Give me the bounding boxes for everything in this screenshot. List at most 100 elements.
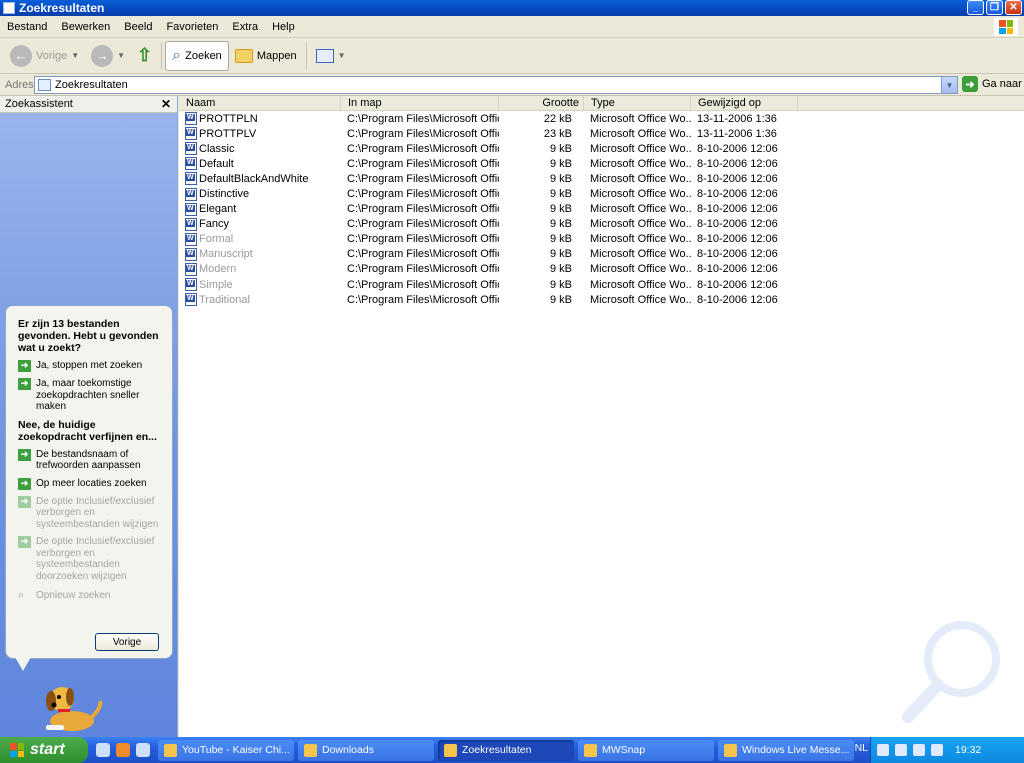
word-document-icon xyxy=(185,293,197,307)
cell-type: Microsoft Office Wo... xyxy=(590,203,691,216)
up-folder-button[interactable]: ⇧ xyxy=(131,41,158,71)
file-name: DefaultBlackAndWhite xyxy=(199,172,309,185)
close-button[interactable]: ✕ xyxy=(1005,0,1022,15)
table-row[interactable]: Default C:\Program Files\Microsoft Offic.… xyxy=(179,156,1024,171)
views-button[interactable]: ▼ xyxy=(310,41,352,71)
cell-size: 9 kB xyxy=(549,263,572,276)
menu-bestand[interactable]: Bestand xyxy=(0,21,54,33)
chevron-down-icon[interactable]: ▼ xyxy=(71,51,79,60)
table-row[interactable]: PROTTPLN C:\Program Files\Microsoft Offic… xyxy=(179,111,1024,126)
table-row[interactable]: Elegant C:\Program Files\Microsoft Offic.… xyxy=(179,202,1024,217)
word-document-icon xyxy=(185,247,197,261)
media-player-icon[interactable] xyxy=(136,743,150,757)
taskbar-button[interactable]: Windows Live Messe... xyxy=(718,739,854,761)
cell-modified: 8-10-2006 12:06 xyxy=(697,157,778,170)
file-name: Simple xyxy=(199,278,233,291)
table-row[interactable]: Distinctive C:\Program Files\Microsoft Of… xyxy=(179,186,1024,201)
option-label: De optie Inclusief/exclusief verborgen e… xyxy=(36,536,155,582)
table-row[interactable]: Formal C:\Program Files\Microsoft Offic..… xyxy=(179,232,1024,247)
table-row[interactable]: Modern C:\Program Files\Microsoft Offic..… xyxy=(179,262,1024,277)
show-desktop-icon[interactable] xyxy=(96,743,110,757)
column-header-type[interactable]: Type xyxy=(584,96,691,110)
volume-icon[interactable] xyxy=(931,744,943,756)
menu-favorieten[interactable]: Favorieten xyxy=(159,21,225,33)
pane-title: Zoekassistent xyxy=(5,98,73,110)
arrow-right-icon: ➜ xyxy=(18,536,31,548)
menu-beeld[interactable]: Beeld xyxy=(117,21,159,33)
messenger-icon[interactable] xyxy=(913,744,925,756)
cell-modified: 8-10-2006 12:06 xyxy=(697,142,778,155)
cell-name: Modern xyxy=(179,262,341,276)
column-header-naam[interactable]: Naam xyxy=(179,96,341,110)
option-stop-search[interactable]: ➜ Ja, stoppen met zoeken xyxy=(18,360,162,372)
cell-name: Distinctive xyxy=(179,187,341,201)
folders-button[interactable]: Mappen xyxy=(229,41,303,71)
table-row[interactable]: Simple C:\Program Files\Microsoft Offic..… xyxy=(179,277,1024,292)
table-row[interactable]: Fancy C:\Program Files\Microsoft Offic...… xyxy=(179,217,1024,232)
address-bar: Adres Zoekresultaten ▼ ➜ Ga naar xyxy=(0,74,1024,96)
new-search-option: ⌕ Opnieuw zoeken xyxy=(18,589,162,602)
option-more-locations[interactable]: ➜ Op meer locaties zoeken xyxy=(18,477,162,490)
cell-type: Microsoft Office Wo... xyxy=(590,172,691,185)
column-header-in-map[interactable]: In map xyxy=(341,96,499,110)
search-icon: ⌕ xyxy=(172,46,182,64)
minimize-button[interactable]: _ xyxy=(967,0,984,15)
arrow-right-icon: ➜ xyxy=(18,477,31,490)
cell-folder: C:\Program Files\Microsoft Offic... xyxy=(347,233,499,246)
taskbar-button[interactable]: MWSnap xyxy=(578,739,714,761)
cell-name: DefaultBlackAndWhite xyxy=(179,172,341,186)
option-change-filename[interactable]: ➜ De bestandsnaam of trefwoorden aanpass… xyxy=(18,448,162,472)
system-tray: 19:32 xyxy=(870,737,1024,763)
word-document-icon xyxy=(185,232,197,246)
table-row[interactable]: PROTTPLV C:\Program Files\Microsoft Offic… xyxy=(179,126,1024,141)
back-button-assistant[interactable]: Vorige xyxy=(95,633,159,651)
address-input[interactable]: Zoekresultaten ▼ xyxy=(34,76,958,94)
folder-icon xyxy=(234,48,253,63)
chevron-down-icon[interactable]: ▼ xyxy=(941,77,957,93)
cell-size: 22 kB xyxy=(543,112,572,125)
cell-folder: C:\Program Files\Microsoft Offic... xyxy=(347,112,499,125)
column-header-grootte[interactable]: Grootte xyxy=(499,96,584,110)
folder-up-icon: ⇧ xyxy=(137,45,153,65)
search-icon: ⌕ xyxy=(18,589,25,601)
start-button[interactable]: start xyxy=(0,737,88,763)
chevron-down-icon[interactable]: ▼ xyxy=(338,51,346,60)
arrow-right-icon: ➜ xyxy=(18,495,31,508)
back-button[interactable]: ← Vorige ▼ xyxy=(4,41,85,71)
menu-bewerken[interactable]: Bewerken xyxy=(54,21,117,33)
cell-folder: C:\Program Files\Microsoft Offic... xyxy=(347,142,499,155)
table-row[interactable]: Traditional C:\Program Files\Microsoft Of… xyxy=(179,292,1024,307)
cell-modified: 8-10-2006 12:06 xyxy=(697,218,778,231)
maximize-button[interactable]: ❐ xyxy=(986,0,1003,15)
search-button[interactable]: ⌕ Zoeken xyxy=(165,40,229,71)
column-header-gewijzigd[interactable]: Gewijzigd op xyxy=(691,96,798,110)
close-icon[interactable]: ✕ xyxy=(161,97,171,111)
cell-modified: 13-11-2006 1:36 xyxy=(697,112,777,125)
task-app-icon xyxy=(584,743,597,757)
chevron-down-icon[interactable]: ▼ xyxy=(117,51,125,60)
chevron-left-icon[interactable] xyxy=(877,744,889,756)
firefox-icon[interactable] xyxy=(116,743,130,757)
pane-header: Zoekassistent ✕ xyxy=(0,96,177,113)
menu-help[interactable]: Help xyxy=(265,21,302,33)
go-button[interactable]: ➜ Ga naar xyxy=(962,76,1022,92)
option-label: De optie Inclusief/exclusief verborgen e… xyxy=(36,495,159,530)
word-document-icon xyxy=(185,262,197,276)
results-rows: PROTTPLN C:\Program Files\Microsoft Offic… xyxy=(179,111,1024,307)
menu-extra[interactable]: Extra xyxy=(225,21,265,33)
address-label: Adres xyxy=(5,78,34,91)
go-label: Ga naar xyxy=(982,78,1022,90)
taskbar-button[interactable]: YouTube - Kaiser Chi... xyxy=(158,739,294,761)
option-faster-searches[interactable]: ➜ Ja, maar toekomstige zoekopdrachten sn… xyxy=(18,378,162,413)
cell-name: PROTTPLN xyxy=(179,112,341,126)
forward-button[interactable]: → ▼ xyxy=(85,41,131,71)
taskbar-button[interactable]: Zoekresultaten xyxy=(438,739,574,761)
table-row[interactable]: DefaultBlackAndWhite C:\Program Files\Mic… xyxy=(179,171,1024,186)
table-row[interactable]: Classic C:\Program Files\Microsoft Offic.… xyxy=(179,141,1024,156)
cell-size: 9 kB xyxy=(549,172,572,185)
table-row[interactable]: Manuscript C:\Program Files\Microsoft Off… xyxy=(179,247,1024,262)
language-indicator[interactable]: NL xyxy=(855,742,868,754)
taskbar-button[interactable]: Downloads xyxy=(298,739,434,761)
word-document-icon xyxy=(185,217,197,231)
network-icon[interactable] xyxy=(895,744,907,756)
